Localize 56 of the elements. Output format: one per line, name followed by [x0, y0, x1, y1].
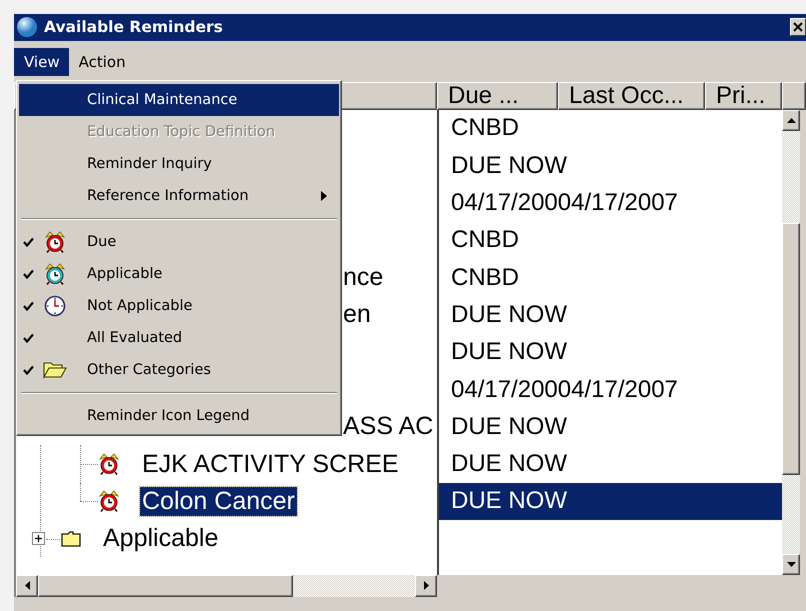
menu-item[interactable]: Clinical Maintenance [19, 84, 339, 116]
column-header[interactable]: Pri... [705, 82, 782, 110]
alarm-clock-icon [44, 231, 66, 253]
list-row[interactable]: DUE NOW [439, 296, 782, 334]
tree-item[interactable]: ASS AC [341, 412, 436, 442]
scroll-down-button[interactable] [782, 554, 800, 575]
menu-bar-item[interactable]: Action [68, 48, 135, 76]
list-row[interactable]: 04/17/20004/17/2007 [439, 184, 782, 222]
expand-icon[interactable] [32, 532, 45, 546]
clock-icon [44, 295, 66, 317]
column-header[interactable]: Last Occ... [558, 82, 705, 110]
list-row[interactable]: 04/17/20004/17/2007 [439, 370, 782, 408]
down-arrow-icon [786, 562, 796, 567]
list-row[interactable]: CNBD [439, 258, 782, 296]
scroll-thumb[interactable] [38, 574, 293, 597]
menu-item[interactable]: Reference Information [19, 180, 339, 212]
column-header[interactable]: Due ... [437, 82, 558, 110]
menu-item[interactable]: Other Categories [19, 354, 339, 386]
list-row[interactable]: DUE NOW [439, 147, 782, 184]
tree-item[interactable]: Applicable [101, 524, 220, 554]
scroll-up-button[interactable] [782, 110, 800, 131]
up-arrow-icon [786, 118, 796, 123]
menu-item[interactable]: Applicable [19, 258, 339, 290]
menu-bar-item[interactable]: View [14, 48, 69, 76]
tree-item[interactable]: nce [341, 263, 386, 292]
scroll-right-button[interactable] [415, 574, 437, 597]
folder-icon [43, 361, 67, 379]
close-button[interactable] [790, 18, 806, 36]
left-arrow-icon [24, 581, 30, 590]
list-row[interactable]: CNBD [439, 222, 782, 259]
list-row[interactable]: DUE NOW [439, 408, 782, 446]
menu-item[interactable]: Not Applicable [19, 290, 339, 322]
horizontal-scrollbar[interactable] [14, 574, 437, 597]
list-row[interactable]: DUE NOW [439, 482, 782, 520]
close-icon [793, 22, 803, 32]
menu-item[interactable]: Reminder Inquiry [19, 148, 339, 180]
list-row[interactable]: DUE NOW [439, 445, 782, 483]
tree-item[interactable]: en [341, 300, 373, 330]
scroll-thumb[interactable] [782, 222, 800, 475]
alarm-clock-icon [98, 490, 120, 512]
right-arrow-icon [424, 581, 428, 590]
list-row[interactable]: DUE NOW [439, 334, 782, 371]
alarm-clock-icon [44, 263, 66, 285]
tree-item[interactable]: Colon Cancer [140, 486, 297, 516]
scroll-left-button[interactable] [16, 574, 38, 597]
column-header[interactable] [782, 82, 806, 110]
globe-icon [16, 16, 38, 38]
menu-item[interactable]: Reminder Icon Legend [19, 400, 339, 432]
tree-item[interactable]: EJK ACTIVITY SCREE [140, 450, 401, 479]
list-row[interactable]: CNBD [439, 110, 782, 148]
alarm-clock-icon [98, 453, 120, 476]
window-title: Available Reminders [44, 18, 224, 36]
menu-item[interactable]: All Evaluated [19, 322, 339, 354]
folder-icon [61, 530, 81, 547]
vertical-scrollbar[interactable] [782, 110, 800, 575]
menu-item[interactable]: Due [19, 226, 339, 258]
